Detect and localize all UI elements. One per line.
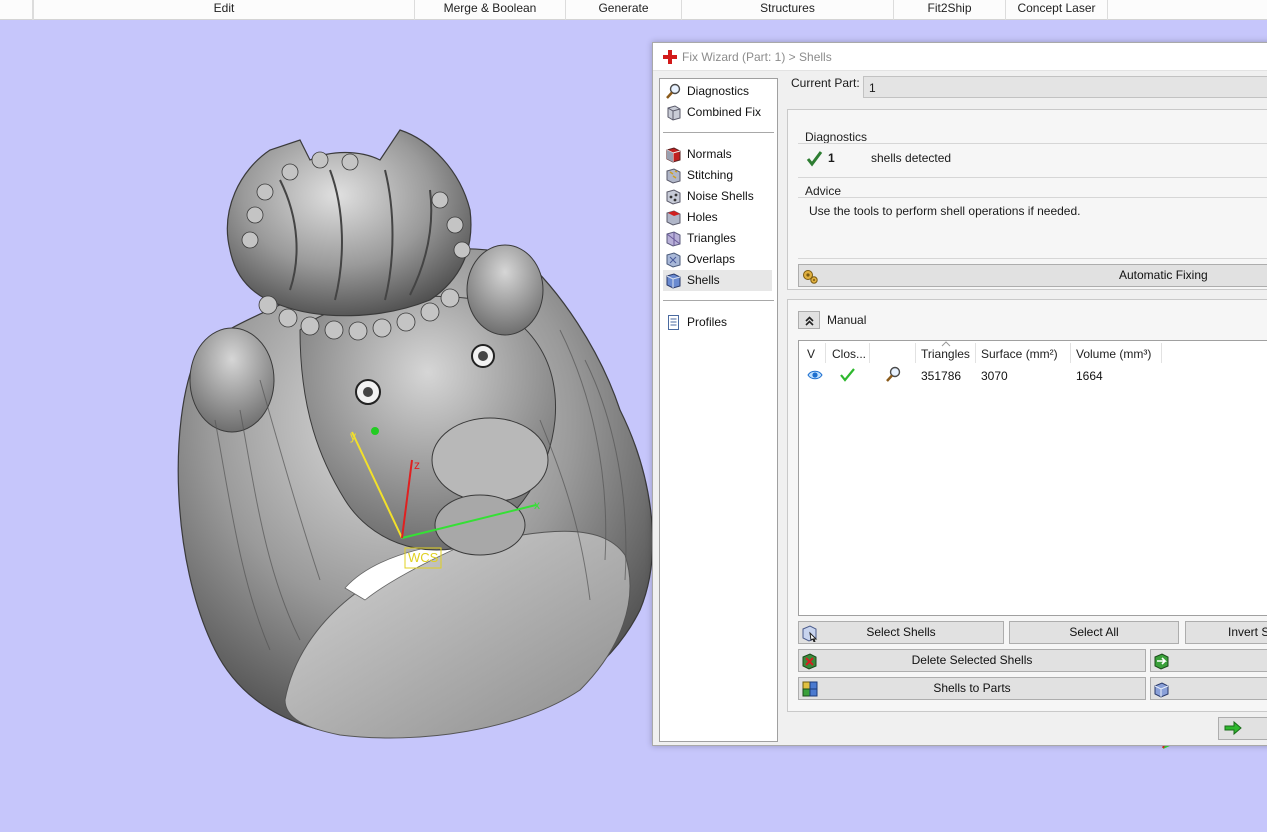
zoom-to-shell-icon[interactable]	[885, 366, 902, 383]
normals-icon	[666, 147, 681, 163]
menu-structures[interactable]: Structures	[681, 0, 893, 20]
overlaps-icon	[666, 252, 681, 268]
advice-title: Advice	[805, 184, 842, 198]
nav-item-profiles[interactable]: Profiles	[663, 312, 772, 333]
shells-table[interactable]: V Clos... Triangles Surface (mm²) Volume…	[798, 340, 1267, 616]
select-shells-label: Select Shells	[866, 625, 936, 639]
nav-item-triangles[interactable]: Triangles	[663, 228, 772, 249]
column-divider	[975, 343, 976, 363]
chevron-double-up-icon	[805, 316, 814, 326]
column-divider	[825, 343, 826, 363]
column-header-surface[interactable]: Surface (mm²)	[981, 347, 1058, 361]
nav-item-normals[interactable]: Normals	[663, 144, 772, 165]
gears-icon	[803, 270, 818, 284]
nav-item-diagnostics[interactable]: Diagnostics	[663, 81, 772, 102]
nav-item-shells[interactable]: Shells	[663, 270, 772, 291]
diagnostics-title: Diagnostics	[805, 130, 868, 144]
delete-selected-shells-button[interactable]: Delete Selected Shells	[798, 649, 1146, 672]
split-shells-icon	[1154, 682, 1169, 698]
column-divider	[1161, 343, 1162, 363]
menu-merge-boolean[interactable]: Merge & Boolean	[414, 0, 565, 20]
shells-to-parts-label: Shells to Parts	[933, 681, 1011, 695]
column-divider	[1070, 343, 1071, 363]
advice-text: Use the tools to perform shell operation…	[809, 204, 1081, 218]
delete-selected-shells-label: Delete Selected Shells	[911, 653, 1033, 667]
red-cross-icon	[663, 50, 677, 64]
nav-item-combined-fix[interactable]: Combined Fix	[663, 102, 772, 123]
cell-surface: 3070	[981, 369, 1008, 383]
merge-shells-button[interactable]	[1150, 649, 1267, 672]
collapse-manual-button[interactable]	[798, 311, 820, 329]
group-divider	[798, 258, 1267, 259]
cell-triangles: 351786	[921, 369, 962, 383]
closed-check-icon	[840, 368, 855, 382]
group-divider	[798, 177, 1267, 178]
combined-fix-icon	[667, 105, 681, 121]
fix-wizard-window: Fix Wizard (Part: 1) > Shells Diagnostic…	[652, 42, 1267, 746]
select-shells-button[interactable]: Select Shells	[798, 621, 1004, 644]
automatic-fixing-label: Automatic Fixing	[1119, 268, 1208, 282]
menu-fit2ship[interactable]: Fit2Ship	[893, 0, 1005, 20]
select-all-button[interactable]: Select All	[1009, 621, 1179, 644]
check-icon	[806, 151, 823, 167]
y-axis-label: y	[350, 429, 356, 443]
diagnostics-panel: Diagnostics 1 shells detected Advice Use…	[787, 109, 1267, 290]
group-divider	[798, 197, 1267, 198]
holes-icon	[666, 210, 681, 226]
noise-shells-icon	[666, 189, 681, 205]
wizard-title-bar[interactable]: Fix Wizard (Part: 1) > Shells	[653, 43, 1267, 71]
table-row[interactable]: 351786 3070 1664	[799, 365, 1267, 385]
nav-item-holes[interactable]: Holes	[663, 207, 772, 228]
split-shells-button[interactable]	[1150, 677, 1267, 700]
column-header-volume[interactable]: Volume (mm³)	[1076, 347, 1151, 361]
cell-volume: 1664	[1076, 369, 1103, 383]
wcs-label: WCS	[408, 550, 439, 565]
wizard-nav: Diagnostics Combined Fix Normals Stitchi…	[659, 78, 778, 742]
shells-to-parts-button[interactable]: Shells to Parts	[798, 677, 1146, 700]
manual-title: Manual	[827, 313, 867, 327]
nav-item-noise-shells[interactable]: Noise Shells	[663, 186, 772, 207]
invert-selection-label: Invert S	[1228, 625, 1267, 639]
column-divider	[915, 343, 916, 363]
z-axis-label: z	[414, 458, 420, 472]
menu-concept-laser[interactable]: Concept Laser	[1005, 0, 1107, 20]
select-all-label: Select All	[1069, 625, 1119, 639]
delete-shells-icon	[802, 653, 817, 670]
column-header-triangles[interactable]: Triangles	[921, 347, 970, 361]
nav-item-stitching[interactable]: Stitching	[663, 165, 772, 186]
x-axis-label: x	[534, 498, 540, 512]
current-part-label: Current Part:	[791, 76, 860, 90]
shells-icon	[666, 273, 681, 289]
shells-detected-text: shells detected	[871, 151, 952, 165]
stitching-icon	[666, 168, 681, 184]
wizard-title: Fix Wizard (Part: 1) > Shells	[682, 50, 832, 64]
column-header-visible[interactable]: V	[807, 347, 815, 361]
group-divider	[798, 143, 1267, 144]
shells-count: 1	[828, 151, 835, 165]
automatic-fixing-button[interactable]: Automatic Fixing	[798, 264, 1267, 287]
arrow-right-icon	[1224, 720, 1242, 736]
nav-separator	[663, 300, 774, 301]
eye-icon[interactable]	[807, 369, 823, 381]
merge-shells-icon	[1154, 653, 1169, 670]
shells-to-parts-icon	[802, 681, 818, 697]
menu-divider	[1107, 0, 1108, 20]
invert-selection-button[interactable]: Invert S	[1185, 621, 1267, 644]
current-part-field[interactable]: 1	[863, 76, 1267, 98]
nav-separator	[663, 132, 774, 133]
magnifier-icon	[666, 83, 681, 99]
select-shells-icon	[802, 625, 818, 642]
nav-item-overlaps[interactable]: Overlaps	[663, 249, 772, 270]
menu-generate[interactable]: Generate	[565, 0, 681, 20]
column-divider	[869, 343, 870, 363]
triangles-icon	[666, 231, 681, 247]
column-header-closed[interactable]: Clos...	[832, 347, 866, 361]
menu-edit[interactable]: Edit	[33, 0, 414, 20]
menu-bar: Edit Merge & Boolean Generate Structures…	[0, 0, 1267, 20]
profiles-icon	[668, 315, 679, 330]
next-button[interactable]	[1218, 717, 1267, 740]
